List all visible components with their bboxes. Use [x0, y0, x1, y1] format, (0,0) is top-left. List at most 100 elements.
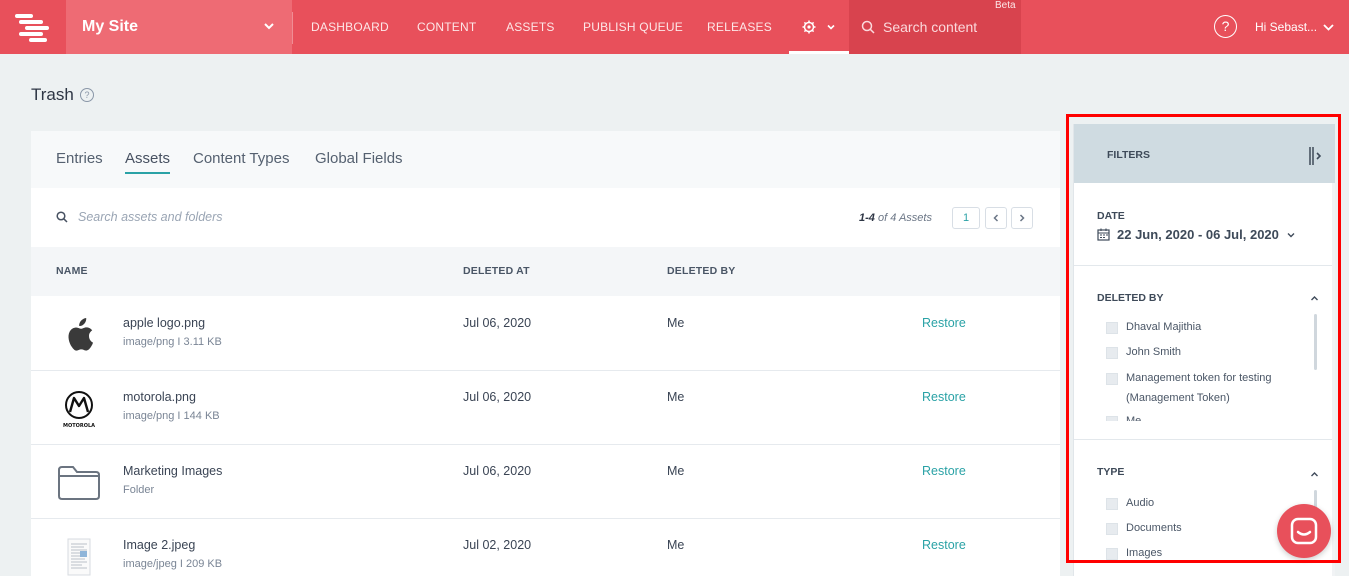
filter-option[interactable]: Audio: [1106, 496, 1154, 513]
settings-menu[interactable]: [789, 0, 849, 54]
filter-option[interactable]: Me: [1106, 414, 1141, 421]
results-total: of 4 Assets: [874, 212, 932, 224]
checkbox[interactable]: [1106, 548, 1118, 560]
nav-item-publish-queue[interactable]: PUBLISH QUEUE: [583, 0, 683, 54]
filter-option-label: Documents: [1126, 522, 1182, 534]
deleted-by: Me: [667, 538, 685, 552]
filter-option[interactable]: John Smith: [1106, 345, 1181, 362]
checkbox[interactable]: [1106, 498, 1118, 510]
section-divider: [1074, 439, 1335, 440]
nav-item-releases[interactable]: RELEASES: [707, 0, 772, 54]
table-row[interactable]: MOTOROLA motorola.png image/png I 144 KB…: [31, 371, 1060, 445]
tab-global-fields[interactable]: Global Fields: [315, 150, 403, 167]
chat-icon: [1290, 517, 1318, 545]
document-thumbnail-icon: [53, 533, 105, 576]
filter-option-label: John Smith: [1126, 346, 1182, 358]
asset-meta: image/png I 144 KB: [123, 410, 220, 422]
asset-meta: image/jpeg I 209 KB: [123, 558, 223, 570]
table-row[interactable]: Image 2.jpeg image/jpeg I 209 KB Jul 02,…: [31, 519, 1060, 576]
restore-link[interactable]: Restore: [922, 464, 966, 478]
filter-option-label: Audio: [1126, 497, 1155, 509]
asset-name[interactable]: apple logo.png: [123, 316, 205, 330]
filter-option[interactable]: Images: [1106, 546, 1162, 563]
deleted-by: Me: [667, 464, 685, 478]
filter-option-label: Me: [1126, 415, 1142, 421]
results-count: 1-4 of 4 Assets: [859, 212, 932, 224]
deleted-by: Me: [667, 316, 685, 330]
nav-item-assets[interactable]: ASSETS: [506, 0, 555, 54]
top-navigation-bar: My Site DASHBOARD CONTENT ASSETS PUBLISH…: [0, 0, 1349, 54]
deleted-by: Me: [667, 390, 685, 404]
date-range-value: 22 Jun, 2020 - 06 Jul, 2020: [1117, 227, 1279, 242]
trash-panel: Entries Assets Content Types Global Fiel…: [31, 131, 1060, 576]
filters-header: FILTERS: [1074, 124, 1335, 183]
global-search-placeholder: Search content: [883, 19, 978, 35]
calendar-icon: [1097, 228, 1110, 241]
type-filter-label: TYPE: [1097, 466, 1125, 478]
checkbox[interactable]: [1106, 347, 1118, 359]
column-header-name[interactable]: NAME: [56, 265, 88, 277]
tab-assets[interactable]: Assets: [125, 150, 171, 174]
nav-item-content[interactable]: CONTENT: [417, 0, 476, 54]
restore-link[interactable]: Restore: [922, 316, 966, 330]
scrollbar[interactable]: [1314, 314, 1317, 370]
column-header-deleted-at[interactable]: DELETED AT: [463, 265, 530, 277]
checkbox[interactable]: [1106, 373, 1118, 385]
search-icon: [861, 20, 875, 34]
deleted-at: Jul 02, 2020: [463, 538, 532, 552]
collapse-panel-icon[interactable]: [1308, 146, 1324, 166]
asset-name[interactable]: Marketing Images: [123, 464, 222, 478]
asset-name[interactable]: Image 2.jpeg: [123, 538, 195, 552]
motorola-logo-icon: MOTOROLA: [53, 385, 105, 433]
chevron-right-icon: [1019, 214, 1025, 222]
page-title: Trash: [31, 85, 74, 104]
asset-meta: Folder: [123, 484, 155, 496]
filters-title: FILTERS: [1107, 149, 1150, 161]
chevron-up-icon[interactable]: [1310, 470, 1319, 479]
next-page-button[interactable]: [1011, 207, 1033, 229]
gear-icon: [802, 20, 816, 34]
panel-scrollbar[interactable]: [1332, 183, 1335, 576]
restore-link[interactable]: Restore: [922, 538, 966, 552]
checkbox[interactable]: [1106, 523, 1118, 535]
tab-entries[interactable]: Entries: [56, 150, 103, 167]
checkbox[interactable]: [1106, 416, 1118, 421]
assets-search-input[interactable]: Search assets and folders: [56, 210, 223, 224]
beta-badge: Beta: [995, 0, 1016, 11]
active-nav-indicator: [789, 51, 849, 54]
results-range: 1-4: [859, 212, 875, 224]
chevron-up-icon[interactable]: [1310, 294, 1319, 303]
tab-content-types[interactable]: Content Types: [193, 150, 289, 167]
tab-bar: Entries Assets Content Types Global Fiel…: [31, 131, 1060, 188]
motorola-wordmark: MOTOROLA: [63, 423, 95, 429]
nav-divider: [292, 12, 293, 44]
restore-link[interactable]: Restore: [922, 390, 966, 404]
column-header-deleted-by[interactable]: DELETED BY: [667, 265, 736, 277]
help-icon[interactable]: ?: [80, 88, 94, 102]
apple-logo-icon: [53, 311, 105, 359]
filter-option[interactable]: Management token for testing (Management…: [1106, 371, 1296, 408]
table-row[interactable]: Marketing Images Folder Jul 06, 2020 Me …: [31, 445, 1060, 519]
chevron-down-icon: [1323, 24, 1334, 31]
user-menu[interactable]: Hi Sebast...: [1255, 0, 1317, 54]
asset-name[interactable]: motorola.png: [123, 390, 196, 404]
checkbox[interactable]: [1106, 322, 1118, 334]
prev-page-button[interactable]: [985, 207, 1007, 229]
help-icon[interactable]: ?: [1214, 15, 1237, 38]
nav-item-dashboard[interactable]: DASHBOARD: [311, 0, 389, 54]
chat-launcher-button[interactable]: [1277, 504, 1331, 558]
contentstack-logo-icon[interactable]: [0, 0, 66, 54]
site-name: My Site: [82, 18, 139, 35]
filter-option[interactable]: Dhaval Majithia: [1106, 320, 1201, 337]
section-divider: [1074, 265, 1335, 266]
site-selector[interactable]: My Site: [66, 0, 292, 54]
table-row[interactable]: apple logo.png image/png I 3.11 KB Jul 0…: [31, 297, 1060, 371]
assets-search-placeholder: Search assets and folders: [78, 210, 223, 224]
date-range-picker[interactable]: 22 Jun, 2020 - 06 Jul, 2020: [1097, 227, 1296, 242]
page-number[interactable]: 1: [952, 207, 980, 229]
deleted-at: Jul 06, 2020: [463, 316, 532, 330]
filter-option-label: Dhaval Majithia: [1126, 321, 1202, 333]
deleted-at: Jul 06, 2020: [463, 464, 532, 478]
chevron-down-icon: [1287, 232, 1295, 237]
filter-option[interactable]: Documents: [1106, 521, 1182, 538]
